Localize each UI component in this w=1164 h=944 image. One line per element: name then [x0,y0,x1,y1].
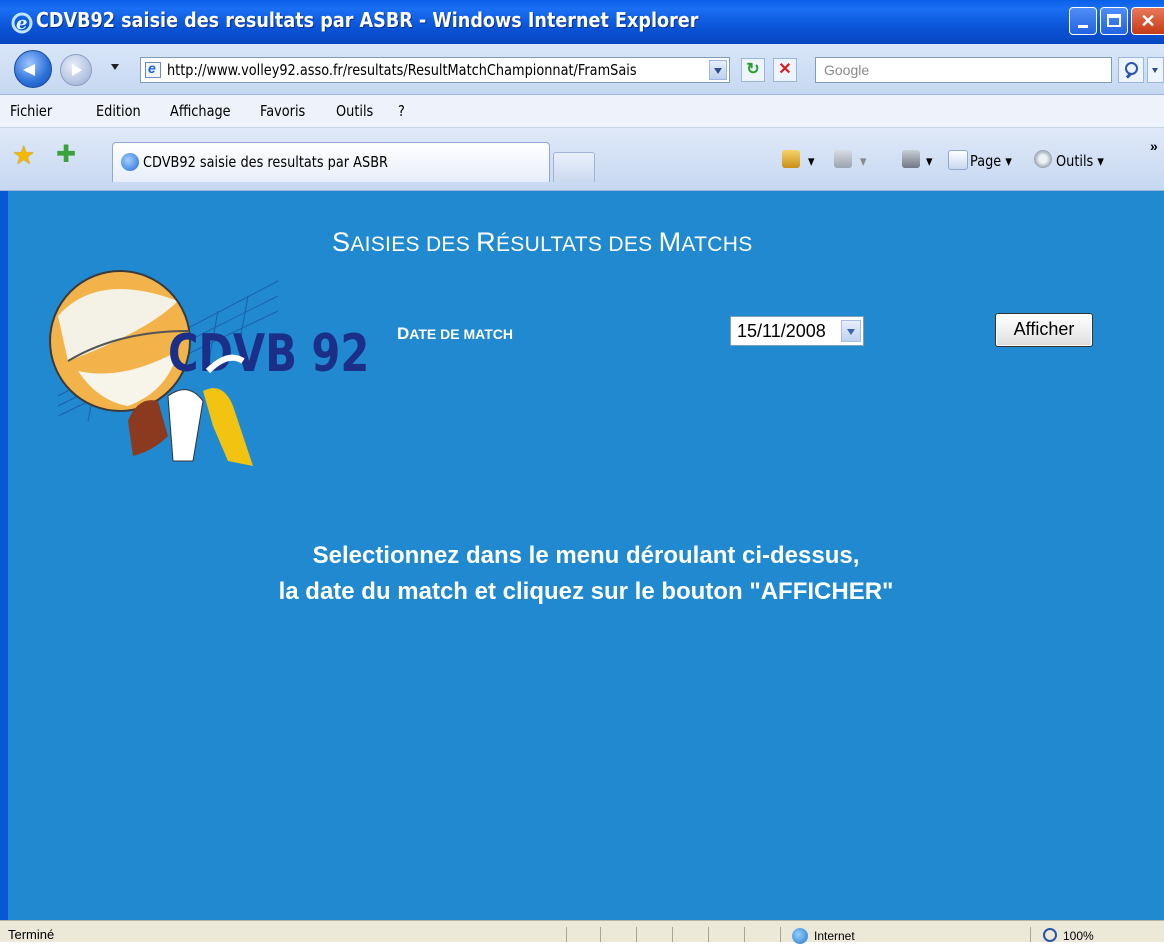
menu-bar: Fichier Edition Affichage Favoris Outils… [0,95,1164,128]
feeds-icon[interactable] [834,150,852,168]
more-chevron-icon[interactable]: » [1150,138,1158,154]
window-title: CDVB92 saisie des resultats par ASBR - W… [36,8,699,32]
menu-outils[interactable]: Outils [336,102,373,120]
zoom-icon[interactable] [1043,928,1057,942]
tab-label: CDVB92 saisie des resultats par ASBR [143,153,389,171]
window-left-border [0,191,8,941]
menu-affichage[interactable]: Affichage [170,102,231,120]
menu-help[interactable]: ? [398,102,405,120]
favorites-star-icon[interactable]: ★ [12,140,35,171]
instruction-line-2: la date du match et cliquez sur le bouto… [278,578,894,605]
refresh-button[interactable]: ↻ [741,58,765,82]
tools-menu[interactable]: Outils ▾ [1056,152,1104,170]
history-dropdown-icon[interactable] [111,64,119,70]
status-divider [1030,927,1031,942]
page-menu-label: Page [970,152,1002,170]
close-button[interactable]: ✕ [1131,7,1164,35]
forward-button[interactable] [60,54,92,86]
date-label: DATE DE MATCH [397,324,513,344]
search-options-dropdown-icon[interactable] [1147,57,1164,83]
search-placeholder: Google [824,62,870,78]
status-divider [744,927,745,942]
status-divider [636,927,637,942]
title-bar: e CDVB92 saisie des resultats par ASBR -… [0,0,1164,44]
search-icon[interactable] [1118,57,1144,83]
date-select[interactable]: 15/11/2008 [730,316,864,346]
menu-fichier[interactable]: Fichier [10,102,52,120]
title-cap-r: R [476,227,496,257]
back-button[interactable] [14,50,52,88]
search-input[interactable]: Google [815,57,1112,83]
page-menu-icon[interactable] [948,150,968,170]
print-icon[interactable] [902,150,920,168]
status-divider [780,927,781,942]
minimize-button[interactable] [1069,7,1097,35]
feeds-dropdown-icon: ▾ [860,152,867,170]
tab-ie-icon [121,153,139,171]
ie-logo-icon: e [11,12,33,34]
close-icon: ✕ [1140,11,1156,31]
address-row: http://www.volley92.asso.fr/resultats/Re… [0,44,1164,95]
page-icon [145,60,161,78]
menu-edition[interactable]: Edition [96,102,141,120]
tools-gear-icon[interactable] [1034,150,1052,168]
cdvb92-logo: CDVB 92 [49,270,368,466]
stop-button[interactable]: ✕ [773,58,797,82]
chevron-down-icon[interactable] [841,320,861,342]
status-text: Terminé [8,927,55,942]
page-title: SAISIES DES RÉSULTATS DES MATCHS [332,227,753,258]
minimize-icon [1070,8,1096,34]
status-bar: Terminé Internet 100% [0,920,1164,944]
menu-favoris[interactable]: Favoris [260,102,305,120]
date-label-cap: D [397,324,410,343]
url-text: http://www.volley92.asso.fr/resultats/Re… [167,61,637,79]
home-icon[interactable] [782,150,800,168]
tab-row: ★ ✚ CDVB92 saisie des resultats par ASBR… [0,128,1164,191]
status-divider [708,927,709,942]
maximize-button[interactable] [1100,7,1128,35]
status-divider [672,927,673,942]
svg-text:e: e [16,13,27,34]
title-part-2: ÉSULTATS DES [495,233,659,256]
tab-current[interactable]: CDVB92 saisie des resultats par ASBR [112,142,550,182]
date-select-value: 15/11/2008 [737,321,826,341]
title-part-3: ATCHS [681,233,753,256]
address-dropdown-icon[interactable] [709,60,727,80]
add-favorite-icon[interactable]: ✚ [56,140,76,169]
tools-menu-label: Outils [1056,152,1094,170]
date-label-rest: ATE DE MATCH [409,326,513,342]
print-dropdown-icon[interactable]: ▾ [926,152,932,170]
home-dropdown-icon[interactable]: ▾ [808,152,814,170]
page-menu[interactable]: Page ▾ [970,152,1012,170]
title-part-1: AISIES DES [350,233,477,256]
instruction-line-1: Selectionnez dans le menu déroulant ci-d… [312,542,860,569]
status-divider [566,927,567,942]
page-content: SAISIES DES RÉSULTATS DES MATCHS CDVB 92… [8,191,1164,920]
maximize-icon [1101,8,1127,34]
browser-window: e CDVB92 saisie des resultats par ASBR -… [0,0,1164,944]
status-divider [600,927,601,942]
logo-text: CDVB 92 [168,324,368,385]
instructions-text: Selectionnez dans le menu déroulant ci-d… [8,538,1164,610]
title-cap-m: M [658,227,682,257]
internet-zone-icon [792,928,808,944]
afficher-button[interactable]: Afficher [995,313,1093,347]
address-input[interactable]: http://www.volley92.asso.fr/resultats/Re… [140,57,730,83]
new-tab-button[interactable] [553,152,595,182]
